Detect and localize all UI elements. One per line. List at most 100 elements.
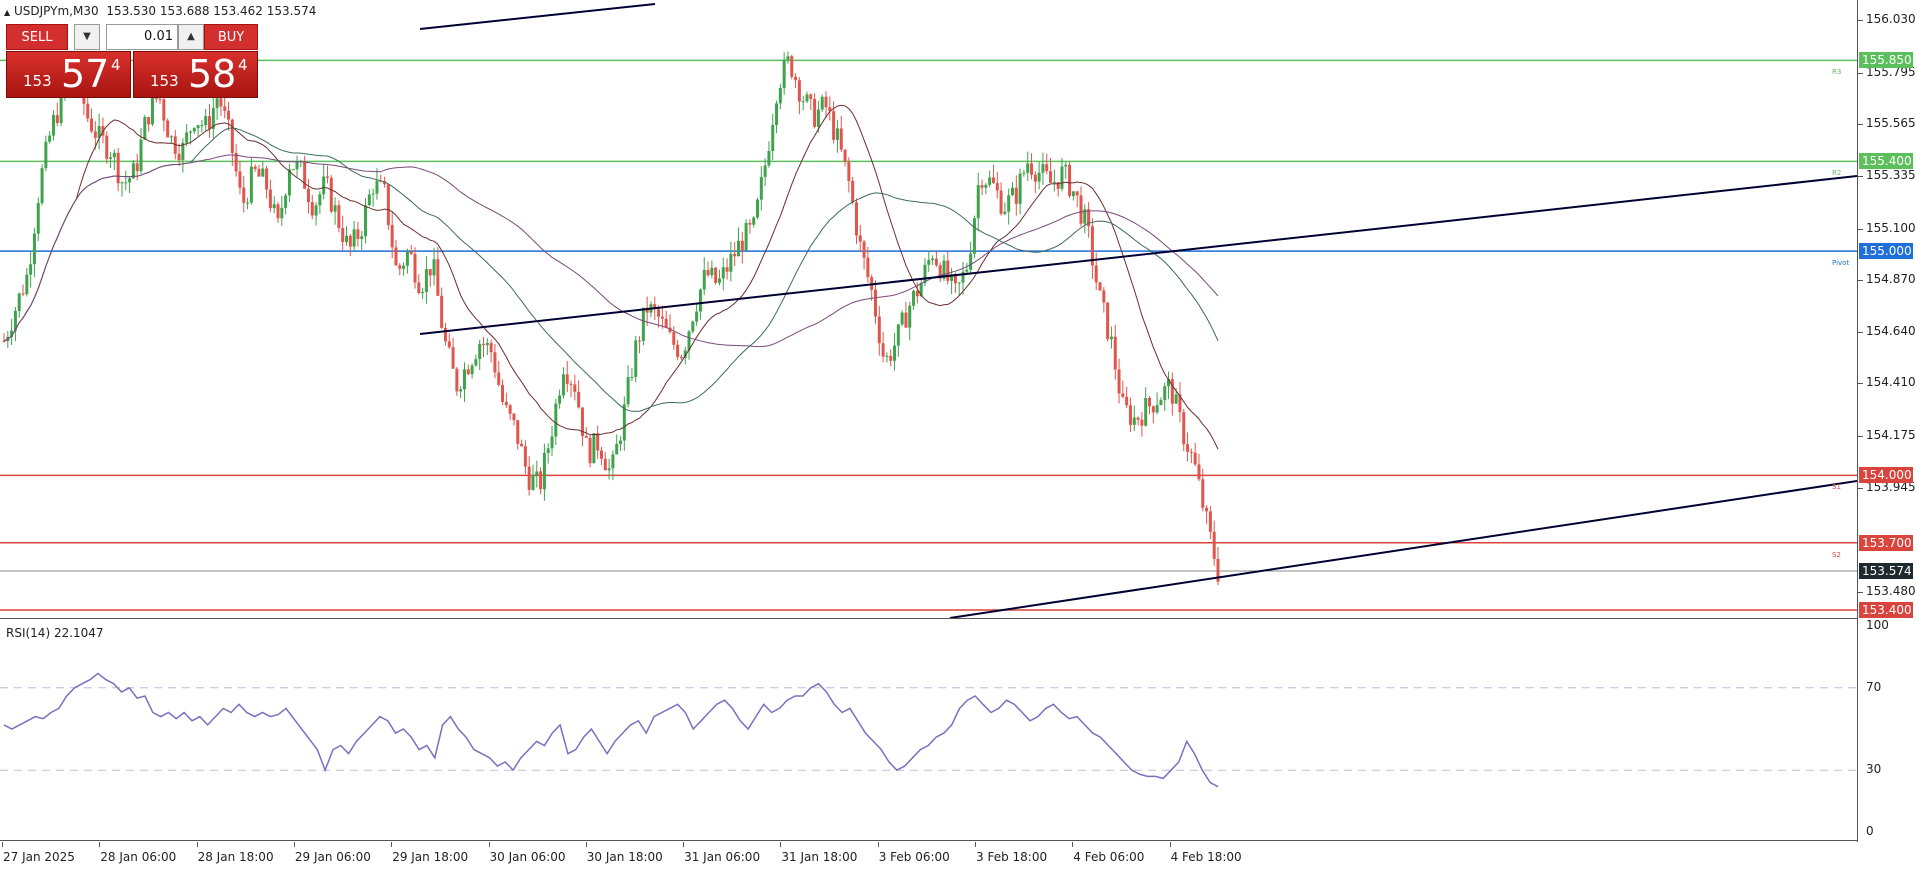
- candle-body: [253, 166, 257, 169]
- time-tick: [780, 842, 782, 847]
- price-tick: [1858, 72, 1863, 74]
- candle-body: [561, 374, 565, 396]
- candle-body: [135, 163, 139, 172]
- pivot-price-tag: 153.400: [1859, 602, 1913, 618]
- candle-body: [672, 332, 676, 345]
- rsi-tick-label: 0: [1866, 824, 1874, 838]
- candle-body: [1170, 379, 1174, 404]
- candle-body: [1182, 412, 1186, 445]
- pivot-level-tag: S2: [1832, 550, 1841, 559]
- candle-body: [881, 343, 885, 357]
- time-tick: [1072, 842, 1074, 847]
- candle-body: [664, 318, 668, 328]
- candle-body: [360, 236, 364, 239]
- volume-decrease-button[interactable]: ▼: [74, 24, 100, 50]
- time-axis[interactable]: 27 Jan 2025 28 Jan 06:00 28 Jan 18:00 29 Ja…: [0, 842, 1916, 874]
- candle-body: [493, 352, 497, 373]
- time-tick: [99, 842, 101, 847]
- candle-body: [657, 309, 661, 317]
- candle-body: [702, 269, 706, 290]
- candle-body: [660, 316, 664, 319]
- time-tick: [488, 842, 490, 847]
- candle-body: [995, 182, 999, 191]
- candle-body: [1132, 417, 1136, 425]
- candle-body: [801, 101, 805, 103]
- time-tick: [293, 842, 295, 847]
- buy-quote[interactable]: 153 58 4: [133, 51, 258, 98]
- candle-body: [900, 312, 904, 325]
- candle-body: [877, 316, 881, 344]
- candle-body: [1075, 191, 1079, 196]
- candle-body: [1098, 282, 1102, 291]
- candle-body: [1208, 511, 1212, 532]
- volume-increase-button[interactable]: ▲: [178, 24, 204, 50]
- candle-body: [276, 204, 280, 219]
- candle-body: [474, 359, 478, 366]
- time-tick-label: 4 Feb 06:00: [1073, 850, 1145, 864]
- collapse-arrow-icon[interactable]: ▲: [4, 8, 10, 17]
- candle-body: [356, 229, 360, 239]
- candle-body: [1106, 302, 1110, 340]
- buy-button[interactable]: BUY: [204, 24, 258, 50]
- time-tick: [391, 842, 393, 847]
- candle-body: [847, 161, 851, 181]
- price-axis[interactable]: 156.030 155.795 155.565 155.335 155.100 154.8…: [1857, 0, 1916, 842]
- candle-body: [17, 293, 21, 311]
- candle-body: [531, 474, 535, 490]
- candle-body: [1052, 182, 1056, 184]
- candle-body: [839, 128, 843, 150]
- sell-button[interactable]: SELL: [6, 24, 68, 50]
- candle-body: [889, 355, 893, 361]
- candle-body: [166, 120, 170, 138]
- candle-body: [295, 161, 299, 170]
- candle-body: [858, 235, 862, 242]
- candle-body: [90, 118, 94, 132]
- candle-body: [771, 124, 775, 152]
- candle-body: [55, 115, 59, 123]
- candle-body: [1026, 163, 1030, 173]
- price-tick-label: 154.640: [1866, 323, 1916, 338]
- pivot-level-tag: R3: [1832, 68, 1842, 77]
- candle-body: [1033, 174, 1037, 182]
- current-price-tag: 153.574: [1859, 562, 1913, 579]
- candle-body: [797, 80, 801, 102]
- volume-input[interactable]: 0.01: [106, 24, 178, 50]
- candle-body: [908, 305, 912, 328]
- candle-body: [626, 377, 630, 405]
- price-chart-panel[interactable]: ▲ USDJPYm,M30 153.530 153.688 153.462 15…: [0, 0, 1857, 619]
- candle-body: [1140, 419, 1144, 426]
- candle-body: [48, 135, 52, 142]
- candle-body: [1113, 336, 1117, 370]
- candle-body: [291, 169, 295, 171]
- price-chart-canvas[interactable]: [0, 0, 1857, 618]
- rsi-indicator-panel[interactable]: RSI(14) 22.1047: [0, 620, 1857, 841]
- price-tick-label: 154.410: [1866, 375, 1916, 390]
- candle-body: [322, 176, 326, 195]
- candle-body: [721, 267, 725, 279]
- price-tick: [1858, 383, 1863, 385]
- rsi-canvas[interactable]: [0, 620, 1857, 840]
- candle-body: [462, 369, 466, 390]
- sell-quote[interactable]: 153 57 4: [6, 51, 131, 98]
- candle-body: [695, 311, 699, 322]
- candle-body: [539, 471, 543, 490]
- candle-body: [969, 253, 973, 270]
- candle-body: [984, 184, 988, 188]
- candle-body: [192, 128, 196, 132]
- candle-body: [854, 202, 858, 236]
- candle-body: [527, 466, 531, 490]
- candle-body: [455, 368, 459, 392]
- candle-body: [873, 289, 877, 317]
- candle-body: [558, 395, 562, 404]
- candle-body: [86, 103, 90, 119]
- candle-body: [569, 383, 573, 385]
- candle-body: [325, 176, 329, 178]
- candle-body: [29, 264, 33, 275]
- candle-body: [394, 247, 398, 266]
- candle-body: [603, 458, 607, 471]
- candle-body: [820, 96, 824, 110]
- candle-body: [162, 99, 166, 121]
- candle-body: [794, 76, 798, 81]
- candle-body: [447, 341, 451, 348]
- candle-body: [729, 253, 733, 272]
